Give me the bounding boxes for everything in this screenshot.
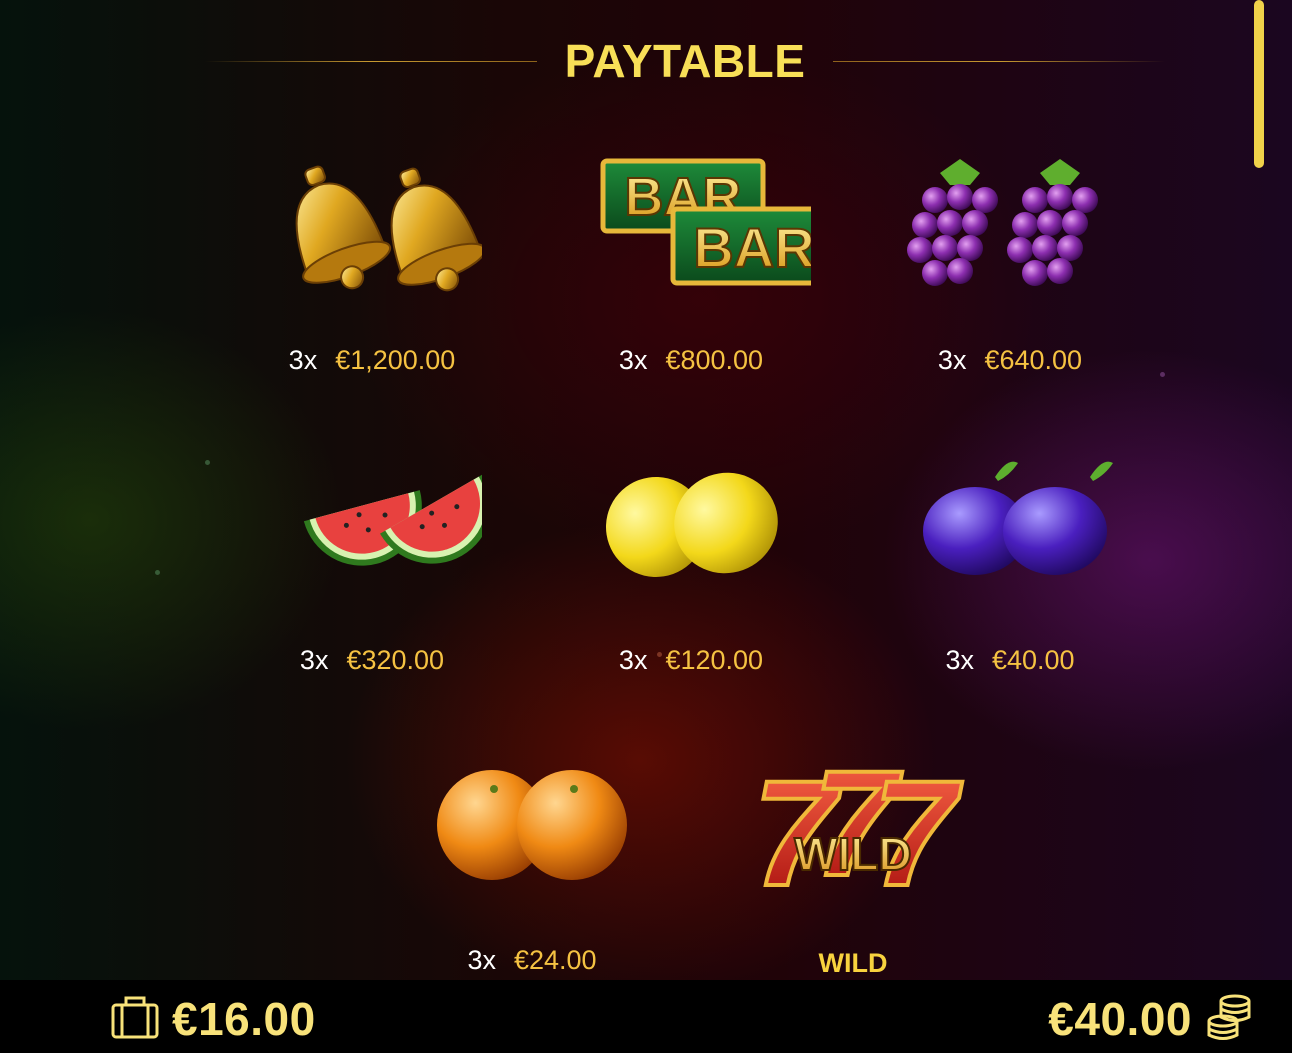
payout-amount: €120.00 xyxy=(665,645,764,675)
scrollbar[interactable] xyxy=(1254,0,1264,168)
balance-display: €16.00 xyxy=(110,993,316,1046)
payline: 3x €800.00 xyxy=(541,345,841,376)
multiplier: 3x xyxy=(467,945,496,975)
symbol-grapes: 3x €640.00 xyxy=(860,140,1160,420)
page-title: PAYTABLE xyxy=(564,35,806,87)
payline: 3x €640.00 xyxy=(860,345,1160,376)
wallet-icon xyxy=(110,993,160,1046)
multiplier: 3x xyxy=(288,345,318,375)
bottom-bar: €16.00 €40.00 xyxy=(0,980,1292,1053)
bell-icon xyxy=(222,140,522,310)
multiplier: 3x xyxy=(299,645,329,675)
payline: 3x €40.00 xyxy=(860,645,1160,676)
multiplier: 3x xyxy=(945,645,974,675)
balance-amount: €16.00 xyxy=(172,993,316,1045)
wild-label: WILD xyxy=(818,948,888,978)
bet-display[interactable]: €40.00 xyxy=(1048,993,1254,1046)
payline: 3x €320.00 xyxy=(222,645,522,676)
svg-text:WILD: WILD xyxy=(794,828,912,880)
lemon-icon xyxy=(541,440,841,610)
symbol-lemon: 3x €120.00 xyxy=(541,440,841,720)
paytable-panel: PAYTABLE 3x €1,200.00 BAR BAR 3x €800.00… xyxy=(0,0,1292,980)
grapes-icon xyxy=(860,140,1160,310)
multiplier: 3x xyxy=(618,345,648,375)
orange-icon xyxy=(382,740,682,910)
paytable-header: PAYTABLE xyxy=(205,34,1166,88)
symbol-orange: 3x €24.00 xyxy=(382,740,682,980)
bet-amount: €40.00 xyxy=(1048,993,1192,1045)
payout-amount: €1,200.00 xyxy=(335,345,456,375)
symbol-bell: 3x €1,200.00 xyxy=(222,140,522,420)
symbol-bar: BAR BAR 3x €800.00 xyxy=(541,140,841,420)
payout-amount: €640.00 xyxy=(984,345,1083,375)
symbol-wild: 7 7 7 WILD WILD xyxy=(703,740,1003,980)
payline: 3x €120.00 xyxy=(541,645,841,676)
payout-amount: €40.00 xyxy=(991,645,1075,675)
payline: 3x €24.00 xyxy=(382,945,682,976)
svg-text:BAR: BAR xyxy=(693,216,811,279)
watermelon-icon xyxy=(222,440,522,610)
payout-amount: €24.00 xyxy=(513,945,597,975)
payline: 3x €1,200.00 xyxy=(222,345,522,376)
bar-icon: BAR BAR xyxy=(541,140,841,310)
payout-amount: €320.00 xyxy=(346,645,445,675)
title-divider-left xyxy=(205,60,537,62)
plum-icon xyxy=(860,440,1160,610)
symbol-plum: 3x €40.00 xyxy=(860,440,1160,720)
title-divider-right xyxy=(833,60,1166,62)
multiplier: 3x xyxy=(937,345,967,375)
wild-777-icon: 7 7 7 WILD xyxy=(703,740,1003,910)
payout-amount: €800.00 xyxy=(665,345,764,375)
multiplier: 3x xyxy=(618,645,648,675)
symbol-watermelon: 3x €320.00 xyxy=(222,440,522,720)
coin-stack-icon xyxy=(1204,993,1254,1046)
